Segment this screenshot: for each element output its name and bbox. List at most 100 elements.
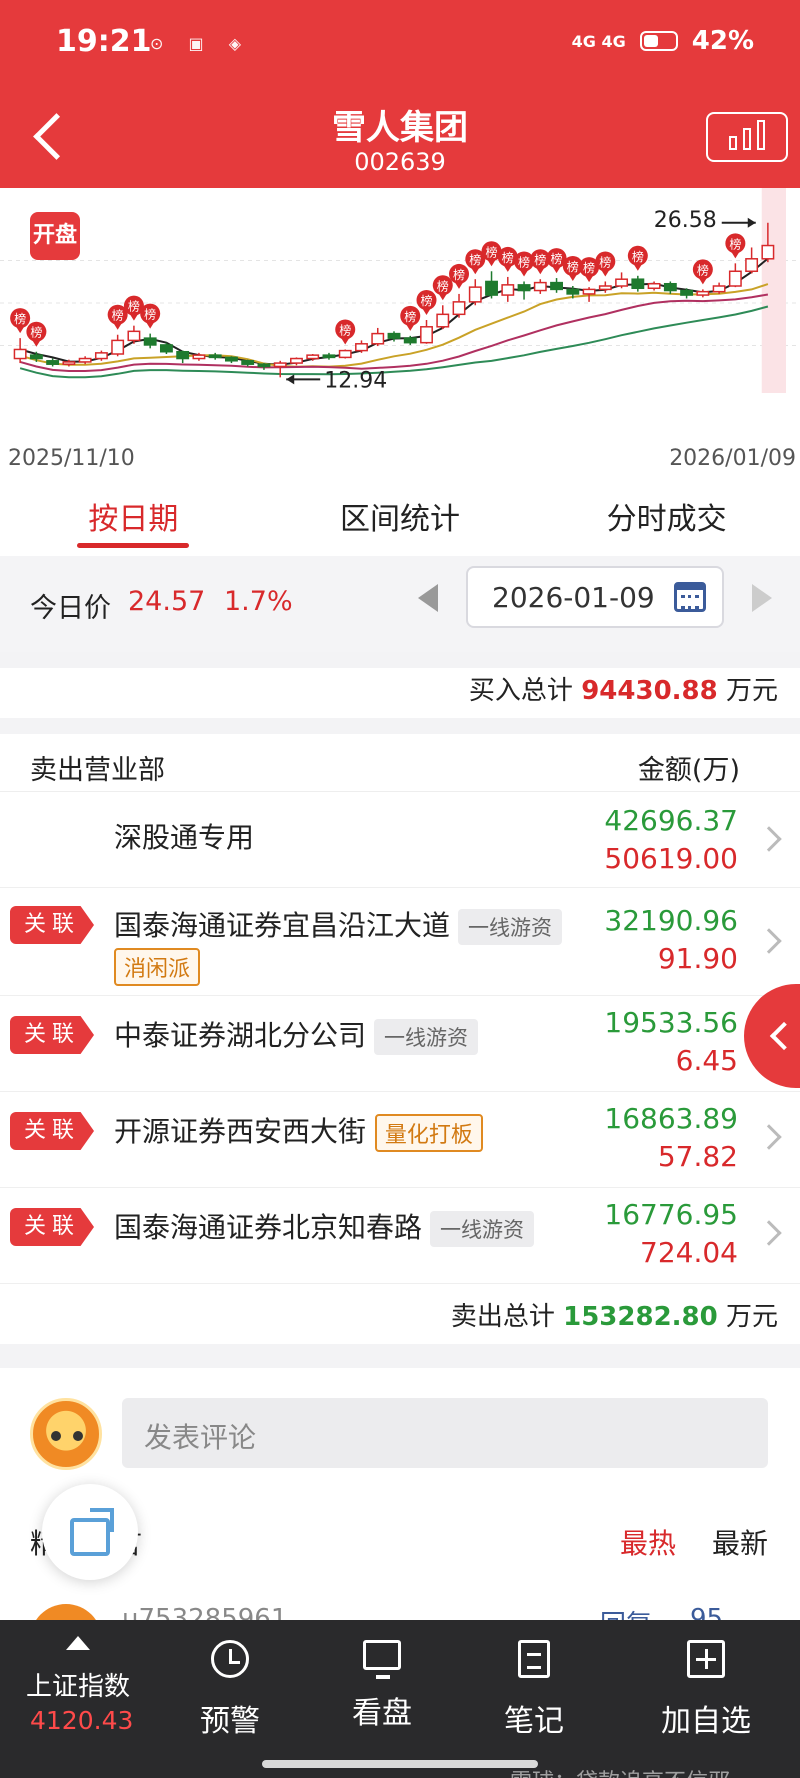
nav-alert[interactable]: 预警	[170, 1640, 290, 1740]
list-marker-label: 榜	[112, 308, 124, 323]
candle-body	[143, 337, 157, 346]
list-marker-label: 榜	[518, 254, 530, 269]
bottom-nav: 上证指数 4120.43 预警 看盘 笔记 加自选 雪球：贷款追高不信邪	[0, 1620, 800, 1778]
dragon-tiger-kline-chart[interactable]: 榜榜榜榜榜榜榜榜榜榜榜榜榜榜榜榜榜榜榜榜榜榜26.5812.94	[0, 188, 800, 478]
divider	[0, 718, 800, 734]
list-marker-pin	[567, 273, 578, 281]
table-row[interactable]: 关联 国泰海通证券北京知春路 一线游资 16776.95 724.04	[0, 1188, 800, 1284]
candle-icon	[729, 136, 737, 150]
list-marker-label: 榜	[128, 299, 140, 314]
nav-watch[interactable]: 看盘	[322, 1640, 442, 1732]
candle-body	[420, 326, 433, 344]
candle-body	[13, 348, 27, 360]
candle-body	[566, 288, 580, 295]
list-marker-label: 榜	[453, 267, 465, 282]
list-marker-label: 榜	[469, 252, 481, 267]
share-icon[interactable]	[42, 1484, 138, 1580]
list-marker-label: 榜	[567, 259, 579, 274]
list-marker-pin	[486, 258, 497, 267]
table-row[interactable]: 深股通专用 42696.37 50619.00	[0, 792, 800, 888]
candle-body	[452, 301, 466, 316]
buy-total: 买入总计 94430.88 万元	[469, 670, 778, 707]
tab-bar: 按日期 区间统计 分时成交	[0, 482, 800, 554]
comment-input[interactable]: 发表评论	[122, 1398, 768, 1468]
open-market-badge[interactable]: 开盘	[30, 212, 80, 260]
home-indicator[interactable]	[262, 1760, 538, 1768]
list-marker-pin	[128, 312, 139, 321]
table-row[interactable]: 关联 国泰海通证券宜昌沿江大道 一线游资 消闲派 32190.96 91.90	[0, 888, 800, 996]
date-picker[interactable]: 2026-01-09	[466, 566, 724, 628]
list-marker-label: 榜	[144, 307, 156, 322]
list-marker-label: 榜	[502, 250, 514, 265]
list-marker-label: 榜	[437, 278, 449, 293]
sell-amount: 6.45	[675, 1044, 738, 1077]
candle-body	[111, 339, 125, 355]
list-marker-pin	[454, 280, 465, 289]
selected-day-highlight	[761, 188, 786, 393]
divider	[0, 652, 800, 668]
candle-body	[745, 258, 759, 273]
tab-by-date[interactable]: 按日期	[0, 482, 267, 554]
candle-body	[468, 286, 482, 303]
candle-body	[436, 313, 450, 328]
nav-notes[interactable]: 笔记	[474, 1640, 594, 1740]
candle-body	[598, 285, 612, 291]
dept-name: 深股通专用	[114, 821, 255, 854]
candle-body	[663, 282, 677, 292]
candle-body	[29, 354, 43, 360]
col-amount: 金额(万)	[637, 755, 740, 786]
candle-body	[371, 332, 385, 345]
buy-amount: 16776.95	[604, 1198, 738, 1231]
date-picker-value: 2026-01-09	[492, 581, 655, 614]
low-price-label: 12.94	[324, 368, 387, 393]
status-bar: 19:21 ⊙ ▣ ◈ 4G 4G 42%	[0, 0, 800, 88]
table-row[interactable]: 关联 中泰证券湖北分公司 一线游资 19533.56 6.45	[0, 996, 800, 1092]
related-tag: 关联	[10, 1112, 94, 1150]
candle-body	[208, 354, 222, 359]
chart-start-date: 2025/11/10	[8, 446, 135, 471]
index-name: 上证指数	[26, 1672, 131, 1702]
list-marker-pin	[112, 321, 123, 330]
list-marker-label: 榜	[404, 309, 416, 324]
sort-new-button[interactable]: 最新	[712, 1522, 768, 1562]
alarm-clock-icon	[211, 1640, 249, 1678]
next-date-arrow-icon[interactable]	[752, 584, 772, 612]
candle-body	[550, 281, 563, 291]
high-price-label: 26.58	[654, 208, 717, 233]
candle-body	[501, 284, 515, 296]
list-marker-label: 榜	[551, 251, 563, 266]
nav-add-watchlist[interactable]: 加自选	[646, 1640, 766, 1740]
list-marker-label: 榜	[599, 254, 611, 269]
kline-chart-button[interactable]	[706, 112, 788, 162]
col-sell-dept: 卖出营业部	[30, 755, 165, 786]
buy-total-unit: 万元	[725, 676, 778, 706]
list-marker-pin	[535, 266, 546, 275]
calendar-icon[interactable]	[674, 582, 706, 612]
candle-icon	[757, 120, 765, 150]
trader-alias-label[interactable]: 消闲派	[114, 948, 201, 986]
user-avatar[interactable]	[30, 1398, 102, 1470]
candle-body	[403, 337, 417, 344]
sell-amount: 57.82	[657, 1140, 738, 1173]
dept-name-text: 中泰证券湖北分公司	[114, 1019, 367, 1052]
list-marker-pin	[470, 266, 481, 275]
candle-body	[290, 357, 303, 364]
list-marker-pin	[584, 274, 595, 283]
table-row[interactable]: 关联 开源证券西安西大街 量化打板 16863.89 57.82	[0, 1092, 800, 1188]
today-price-label: 今日价	[30, 593, 111, 624]
prev-date-arrow-icon[interactable]	[418, 584, 438, 612]
list-marker-pin	[502, 263, 513, 272]
candle-body	[631, 278, 645, 290]
buy-total-value: 94430.88	[581, 676, 718, 706]
index-ticker[interactable]: 上证指数 4120.43	[0, 1620, 160, 1735]
tab-range-stats[interactable]: 区间统计	[267, 482, 534, 554]
nav-label: 笔记	[504, 1704, 564, 1739]
chart-end-date: 2026/01/09	[669, 446, 796, 471]
related-tag: 关联	[10, 1016, 94, 1054]
sort-hot-button[interactable]: 最热	[620, 1522, 676, 1562]
table-header: 卖出营业部 金额(万)	[0, 738, 800, 792]
nav-label: 预警	[200, 1704, 260, 1739]
tab-intraday-trades[interactable]: 分时成交	[533, 482, 800, 554]
watermark: 雪球：贷款追高不信邪	[510, 1764, 730, 1778]
nav-label: 加自选	[661, 1704, 751, 1739]
